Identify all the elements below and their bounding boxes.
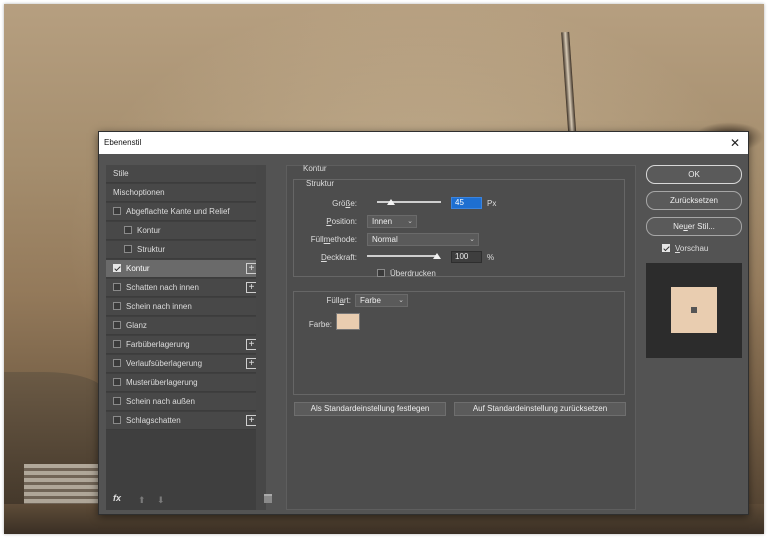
style-item[interactable]: Glanz [106,317,263,335]
overprint-checkbox-box[interactable] [377,269,385,277]
style-item-label: Schlagschatten [126,416,181,425]
style-item[interactable]: Musterüberlagerung [106,374,263,392]
style-checkbox[interactable] [113,321,121,329]
style-item-label: Farbüberlagerung [126,340,190,349]
style-item-label: Kontur [137,226,161,235]
structure-group: Struktur Größe: 45 Px Position: Innen ⌄ F… [293,179,625,278]
style-item-label: Schein nach außen [126,397,195,406]
style-item[interactable]: Kontur [106,222,263,240]
style-checkbox[interactable] [113,283,121,291]
style-item[interactable]: Mischoptionen [106,184,263,202]
trash-icon[interactable] [264,494,272,503]
style-item-label: Stile [113,169,129,178]
style-item-label: Kontur [126,264,150,273]
style-item-label: Glanz [126,321,147,330]
chevron-down-icon: ⌄ [407,218,413,225]
arrow-up-icon[interactable]: ⬆ [138,495,146,506]
style-item[interactable]: Schatten nach innen + [106,279,263,297]
arrow-down-icon[interactable]: ⬇ [157,495,165,506]
style-item[interactable]: Struktur [106,241,263,259]
blend-mode-label: Füllmethode: [310,235,357,244]
close-icon[interactable]: ✕ [730,132,740,154]
stairs [24,464,104,506]
style-item[interactable]: Schein nach außen [106,393,263,411]
style-item[interactable]: Abgeflachte Kante und Relief [106,203,263,221]
color-label: Farbe: [308,320,332,329]
style-item[interactable]: Schlagschatten + [106,412,263,430]
ok-button[interactable]: OK [646,165,742,184]
section-title: Kontur [303,164,327,173]
new-style-button[interactable]: Neuer Stil... [646,217,742,236]
set-default-button[interactable]: Als Standardeinstellung festlegen [294,402,446,416]
layer-style-dialog: Ebenenstil ✕ Stile Mischoptionen Abgeflach… [98,131,749,515]
chevron-down-icon: ⌄ [469,236,475,243]
preview-core [691,307,697,313]
fill-type-select[interactable]: Farbe ⌄ [355,294,408,307]
style-checkbox[interactable] [113,359,121,367]
preview-checkbox[interactable]: Vorschau [662,244,708,253]
size-unit: Px [487,199,497,208]
opacity-slider-track[interactable] [367,255,437,257]
style-checkbox[interactable] [113,264,121,272]
style-checkbox[interactable] [113,416,121,424]
fill-type-label: Füllart: [326,296,351,305]
opacity-unit: % [487,253,495,262]
size-input[interactable]: 45 [451,197,482,209]
opacity-slider-thumb[interactable] [433,253,441,259]
styles-list-scrollbar[interactable] [256,165,266,510]
color-swatch[interactable] [336,313,360,330]
style-item-label: Abgeflachte Kante und Relief [126,207,230,216]
reset-default-button[interactable]: Auf Standardeinstellung zurücksetzen [454,402,626,416]
style-item[interactable]: Kontur + [106,260,263,278]
style-item-label: Mischoptionen [113,188,165,197]
style-checkbox[interactable] [113,378,121,386]
blend-mode-select[interactable]: Normal ⌄ [367,233,479,246]
position-label: Position: [326,217,357,226]
style-item-label: Schein nach innen [126,302,192,311]
fill-group: Füllart: Farbe ⌄ Farbe: [293,291,625,395]
style-item-label: Schatten nach innen [126,283,199,292]
size-slider-thumb[interactable] [387,199,396,205]
fx-button[interactable]: fx [113,493,121,503]
style-preview [646,263,742,358]
style-checkbox[interactable] [113,397,121,405]
style-checkbox[interactable] [113,302,121,310]
overprint-checkbox[interactable]: Überdrucken [377,269,436,278]
preview-checkbox-box[interactable] [662,244,670,252]
structure-title: Struktur [306,179,335,188]
style-checkbox[interactable] [124,245,132,253]
kontur-panel: Kontur Struktur Größe: 45 Px Position: I… [286,164,636,510]
flag-pole [561,31,577,143]
style-item[interactable]: Farbüberlagerung + [106,336,263,354]
styles-list-footer: fx ⬆ ⬇ [106,490,272,508]
title-bar: Ebenenstil ✕ [99,132,748,154]
preview-thumbnail [671,287,717,333]
opacity-label: Deckkraft: [320,253,357,262]
style-item-label: Struktur [137,245,166,254]
style-item[interactable]: Verlaufsüberlagerung + [106,355,263,373]
chevron-down-icon: ⌄ [398,297,404,304]
style-item[interactable]: Stile [106,165,263,183]
dialog-title: Ebenenstil [104,138,142,147]
style-item-label: Verlaufsüberlagerung [126,359,203,368]
size-label: Größe: [332,199,357,208]
style-checkbox[interactable] [124,226,132,234]
opacity-input[interactable]: 100 [451,251,482,263]
reset-button[interactable]: Zurücksetzen [646,191,742,210]
styles-list: Stile Mischoptionen Abgeflachte Kante und … [106,165,263,510]
style-item[interactable]: Schein nach innen [106,298,263,316]
position-select[interactable]: Innen ⌄ [367,215,417,228]
style-checkbox[interactable] [113,340,121,348]
style-checkbox[interactable] [113,207,121,215]
style-item-label: Musterüberlagerung [126,378,198,387]
